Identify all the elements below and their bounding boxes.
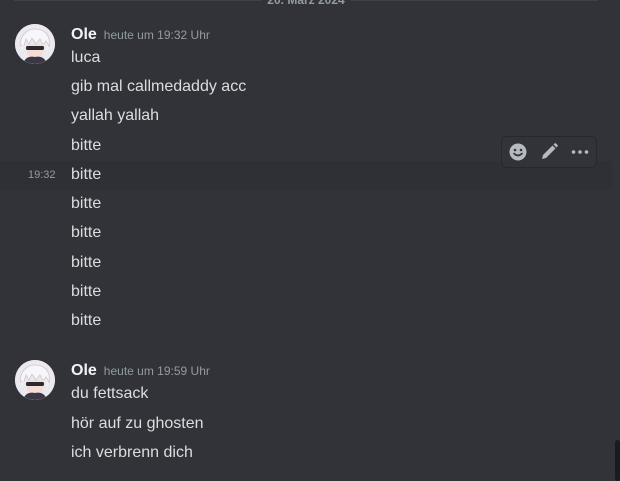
more-options-icon <box>572 150 589 154</box>
message-line[interactable]: gib mal callmedaddy acc <box>0 73 612 102</box>
message-line[interactable]: bitte <box>0 307 612 336</box>
message-text: ich verbrenn dich <box>71 444 193 461</box>
date-divider: 20. März 2024 <box>14 0 598 9</box>
scrollbar[interactable] <box>615 440 620 481</box>
message-text: yallah yallah <box>71 107 160 124</box>
message-line[interactable]: hör auf zu ghosten <box>0 410 612 439</box>
message-text: bitte <box>71 166 102 183</box>
message-text: bitte <box>71 224 102 241</box>
add-reaction-button[interactable] <box>502 137 533 167</box>
message-timestamp[interactable]: heute um 19:59 Uhr <box>104 360 210 382</box>
chat-messages: 20. März 2024 Ole heute um 19:32 Uhr luc… <box>0 0 620 481</box>
message-timestamp[interactable]: heute um 19:32 Uhr <box>104 24 210 46</box>
message-text: bitte <box>71 254 102 271</box>
message-text: bitte <box>71 312 102 329</box>
message-line[interactable]: bitte <box>0 278 612 307</box>
message-text: luca <box>71 49 101 66</box>
message-hover-toolbar <box>501 136 597 168</box>
message-header: Ole heute um 19:59 Uhr <box>71 360 210 382</box>
message-text: gib mal callmedaddy acc <box>71 78 247 95</box>
username[interactable]: Ole <box>71 360 97 382</box>
message-line[interactable]: yallah yallah <box>0 102 612 131</box>
message-text: bitte <box>71 195 102 212</box>
edit-message-button[interactable] <box>533 137 564 167</box>
message-text: hör auf zu ghosten <box>71 415 204 432</box>
message-line[interactable]: bitte <box>0 249 612 278</box>
message-line[interactable]: luca <box>0 44 612 73</box>
message-line[interactable]: ich verbrenn dich <box>0 439 612 468</box>
message-text: bitte <box>71 283 102 300</box>
add-reaction-icon <box>509 143 527 161</box>
edit-pencil-icon <box>541 143 558 159</box>
username[interactable]: Ole <box>71 24 97 46</box>
message-text: bitte <box>71 137 102 154</box>
message-header: Ole heute um 19:32 Uhr <box>71 24 210 46</box>
message-line[interactable]: bitte <box>0 219 612 248</box>
more-options-button[interactable] <box>565 137 596 167</box>
date-divider-label: 20. März 2024 <box>261 0 351 9</box>
hover-timestamp[interactable]: 19:32 <box>28 168 56 182</box>
message-line[interactable]: du fettsack <box>0 380 612 409</box>
message-text: du fettsack <box>71 385 149 402</box>
message-line[interactable]: bitte <box>0 190 612 219</box>
